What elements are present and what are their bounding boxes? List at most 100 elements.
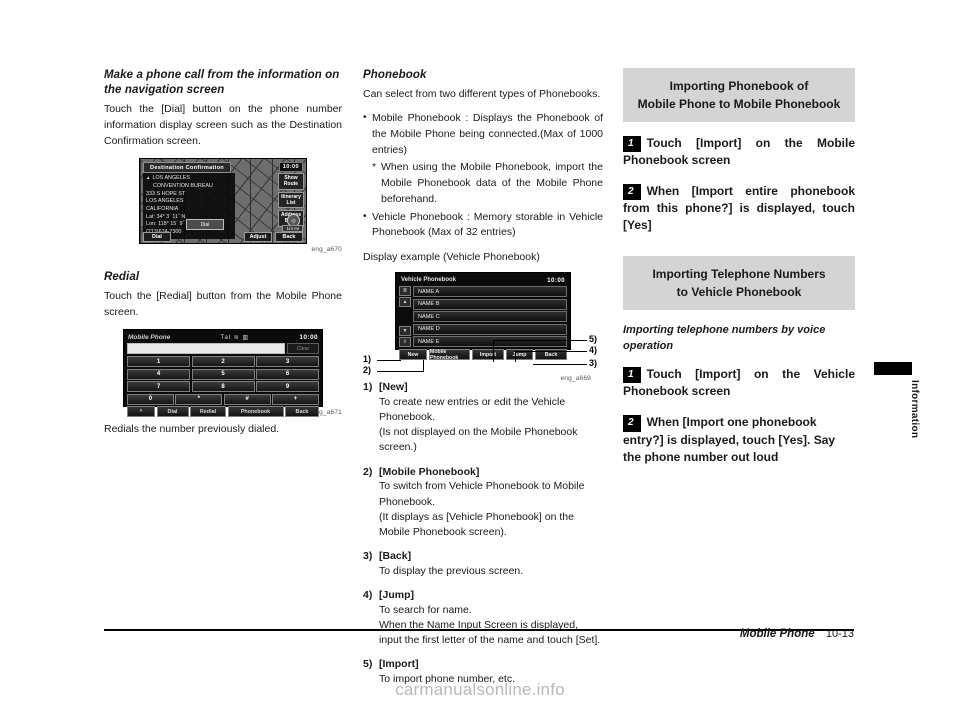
scroll-up-icon[interactable]: ▲ bbox=[399, 297, 411, 308]
section-2-header-line-1: Importing Telephone Numbers bbox=[652, 267, 826, 282]
clear-button[interactable]: Clear bbox=[287, 343, 319, 355]
phonebook-body: ≣ ▲ ▼ ⇳ NAME A NAME B NAME C NAME D NAME… bbox=[399, 286, 567, 348]
callout-3-number: 3) bbox=[363, 550, 373, 563]
key-3[interactable]: 3 bbox=[256, 356, 319, 368]
itinerary-list-button[interactable]: Itinerary List bbox=[278, 191, 304, 209]
callout-marker-4: 4) bbox=[589, 345, 598, 356]
key-star[interactable]: * bbox=[175, 393, 223, 405]
dial-button[interactable]: Dial bbox=[156, 406, 189, 418]
poi-name-line: LOS ANGELES bbox=[146, 175, 232, 183]
mobile-phonebook-button[interactable]: Mobile Phonebook bbox=[429, 349, 470, 361]
display-example-label: Display example (Vehicle Phonebook) bbox=[363, 251, 540, 264]
scroll-gap bbox=[399, 308, 411, 325]
phonebook-button[interactable]: Phonebook bbox=[227, 406, 284, 418]
redial-button[interactable]: Redial bbox=[190, 406, 226, 418]
mobile-phonebook-note: When using the Mobile Phonebook, import … bbox=[363, 160, 603, 207]
scroll-bottom-icon[interactable]: ⇳ bbox=[399, 337, 411, 348]
import-button[interactable]: Import bbox=[472, 349, 504, 361]
mobile-phone-screen: Mobile Phone Tal ≋ ▥ 10:00 Clear 1 2 3 4 bbox=[123, 329, 323, 418]
nav-adjust-button[interactable]: Adjust bbox=[244, 232, 272, 243]
poi-name-line-2: CONVENTION BUREAU bbox=[153, 182, 213, 189]
scroll-down-icon[interactable]: ▼ bbox=[399, 326, 411, 337]
key-9[interactable]: 9 bbox=[256, 381, 319, 393]
step-2-text: When [Import entire phonebook from this … bbox=[623, 184, 855, 233]
key-2[interactable]: 2 bbox=[191, 356, 255, 368]
list-item[interactable]: NAME A bbox=[413, 286, 567, 298]
side-tab-block bbox=[874, 362, 912, 375]
leader-line-4 bbox=[515, 351, 587, 353]
leader-line-5b bbox=[493, 340, 494, 363]
callout-3-line-1: To display the previous screen. bbox=[379, 564, 524, 577]
phonebook-bullets: Mobile Phonebook : Displays the Phoneboo… bbox=[363, 110, 603, 158]
callout-5-title: [Import] bbox=[379, 658, 419, 671]
scroll-up-button[interactable]: ^ bbox=[127, 406, 155, 418]
callout-2-title: [Mobile Phonebook] bbox=[379, 465, 480, 478]
footer-page-number: 10-13 bbox=[825, 628, 854, 640]
list-item[interactable]: NAME E bbox=[413, 336, 567, 348]
mobile-phone-keypad-figure: Mobile Phone Tal ≋ ▥ 10:00 Clear 1 2 3 4 bbox=[104, 329, 342, 418]
key-hash[interactable]: # bbox=[223, 393, 271, 405]
left-section-heading: Make a phone call from the information o… bbox=[104, 69, 340, 97]
new-button[interactable]: New bbox=[399, 349, 427, 361]
show-route-button[interactable]: Show Route bbox=[278, 173, 304, 190]
dial-highlight-box[interactable]: Dial bbox=[186, 219, 224, 231]
vehicle-phonebook-figure: Vehicle Phonebook 10:00 ≣ ▲ ▼ ⇳ NAME A N… bbox=[363, 272, 603, 383]
phonebook-scroll-controls: ≣ ▲ ▼ ⇳ bbox=[399, 286, 411, 348]
step-badge-1b: 1 bbox=[623, 367, 641, 384]
phone-clock: 10:00 bbox=[299, 333, 318, 341]
key-4[interactable]: 4 bbox=[127, 368, 190, 380]
state-line: CALIFORNIA bbox=[146, 205, 179, 212]
leader-line-3 bbox=[533, 364, 587, 366]
step-1b-text: Touch [Import] on the Vehicle Phonebook … bbox=[623, 367, 855, 399]
nav-dial-button[interactable]: Dial bbox=[143, 232, 171, 243]
phone-bottom-bar: ^ Dial Redial Phonebook Back bbox=[127, 406, 319, 418]
figure-caption-a669: eng_a669 bbox=[560, 375, 591, 383]
phone-screen-title: Mobile Phone bbox=[128, 333, 171, 341]
callout-2-number: 2) bbox=[363, 465, 373, 478]
callout-5-number: 5) bbox=[363, 658, 373, 671]
phonebook-screen-title: Vehicle Phonebook bbox=[401, 277, 457, 284]
key-6[interactable]: 6 bbox=[256, 368, 319, 380]
phone-number-input[interactable] bbox=[127, 343, 285, 355]
step-2b-text: When [Import one phonebook entry?] is di… bbox=[623, 415, 836, 464]
key-5[interactable]: 5 bbox=[191, 368, 255, 380]
nav-back-button[interactable]: Back bbox=[275, 232, 303, 243]
scroll-top-icon[interactable]: ≣ bbox=[399, 286, 411, 297]
callout-2-line-1: To switch from Vehicle Phonebook to Mobi… bbox=[379, 480, 585, 508]
callout-4-line-2: When the Name Input Screen is displayed,… bbox=[379, 619, 601, 647]
section-1-header-line-2: Mobile Phone to Mobile Phonebook bbox=[637, 97, 841, 111]
callout-item-1: 1) [New] To create new entries or edit th… bbox=[363, 380, 603, 456]
watermark: carmanualsonline.info bbox=[395, 680, 565, 699]
key-8[interactable]: 8 bbox=[191, 381, 255, 393]
leader-line-2 bbox=[377, 371, 423, 373]
footer-chapter-text: Mobile Phone bbox=[739, 628, 815, 640]
key-0[interactable]: 0 bbox=[127, 393, 174, 405]
key-7[interactable]: 7 bbox=[127, 381, 190, 393]
list-item[interactable]: NAME C bbox=[413, 311, 567, 323]
address-line: 333 S HOPE ST bbox=[146, 190, 186, 197]
leader-line-2b bbox=[423, 360, 424, 373]
phonebook-bullets-2: Vehicle Phonebook : Memory storable in V… bbox=[363, 209, 603, 242]
list-item[interactable]: NAME B bbox=[413, 298, 567, 310]
key-1[interactable]: 1 bbox=[127, 356, 190, 368]
bullet-vehicle-phonebook: Vehicle Phonebook : Memory storable in V… bbox=[363, 209, 603, 242]
redial-paragraph: Touch the [Redial] button from the Mobil… bbox=[104, 290, 342, 319]
back-button[interactable]: Back bbox=[285, 406, 319, 418]
section-1-step-1: 1 Touch [Import] on the Mobile Phonebook … bbox=[623, 135, 855, 169]
callout-item-3: 3) [Back] To display the previous screen. bbox=[363, 549, 603, 579]
key-plus[interactable]: + bbox=[272, 393, 319, 405]
callout-item-2: 2) [Mobile Phonebook] To switch from Vehi… bbox=[363, 465, 603, 541]
callout-2-head: 2) [Mobile Phonebook] bbox=[363, 465, 603, 480]
leader-line-4b bbox=[515, 351, 516, 363]
callout-marker-2: 2) bbox=[363, 365, 372, 376]
nav-clock: 10:00 bbox=[278, 162, 303, 173]
redial-heading: Redial bbox=[104, 271, 140, 284]
phonebook-title-bar: Vehicle Phonebook 10:00 bbox=[398, 275, 568, 285]
list-item[interactable]: NAME D bbox=[413, 323, 567, 335]
keypad: 1 2 3 4 5 6 7 8 9 0 * # + bbox=[127, 356, 319, 405]
phonebook-heading: Phonebook bbox=[363, 69, 427, 81]
section-2-header-line-2: to Vehicle Phonebook bbox=[676, 285, 802, 300]
side-tab-label: Information bbox=[909, 380, 920, 439]
left-intro-paragraph: Touch the [Dial] button on the phone num… bbox=[104, 103, 342, 148]
nav-bottom-bar: Dial Adjust Back bbox=[140, 232, 306, 243]
